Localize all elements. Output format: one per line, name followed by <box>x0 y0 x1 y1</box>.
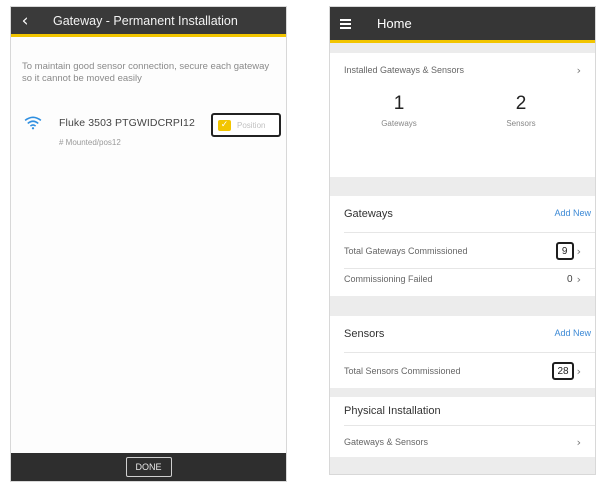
device-status: # Mounted/pos12 <box>59 138 121 147</box>
gateways-count: 1 <box>393 93 405 114</box>
total-sensors-label: Total Sensors Commissioned <box>344 366 461 376</box>
total-gateways-value: 9 <box>555 242 574 260</box>
instruction-text: To maintain good sensor connection, secu… <box>22 61 270 84</box>
done-button[interactable]: DONE <box>125 457 172 477</box>
commissioning-failed-value: 0 <box>567 273 573 285</box>
position-checkbox-button[interactable]: ✓ Position <box>211 113 281 137</box>
gateway-device-row: Fluke 3503 PTGWIDCRPI12 # Mounted/pos12 … <box>22 113 284 153</box>
app-header: ‹ Gateway - Permanent Installation <box>11 7 286 37</box>
hamburger-menu-icon[interactable] <box>340 18 364 29</box>
chevron-right-icon: › <box>576 244 581 258</box>
divider <box>344 352 595 353</box>
gateways-sensors-label: Gateways & Sensors <box>344 437 429 447</box>
sensors-count-block: 2 Sensors <box>476 93 566 128</box>
sensors-count-label: Sensors <box>506 119 536 128</box>
commissioning-failed-row[interactable]: Commissioning Failed 0 › <box>330 262 595 296</box>
page-title: Gateway - Permanent Installation <box>53 13 238 28</box>
gateway-installation-screen: ‹ Gateway - Permanent Installation To ma… <box>10 6 287 482</box>
gateways-count-block: 1 Gateways <box>354 93 444 128</box>
gateways-card: Gateways Add New Total Gateways Commissi… <box>330 196 595 296</box>
device-name: Fluke 3503 PTGWIDCRPI12 <box>59 117 195 129</box>
installed-label: Installed Gateways & Sensors <box>344 65 465 75</box>
footer-bar: DONE <box>11 453 286 481</box>
sensors-section-title: Sensors <box>344 328 385 340</box>
chevron-right-icon: › <box>576 364 581 378</box>
physical-installation-card: Physical Installation Gateways & Sensors… <box>330 397 595 457</box>
wifi-icon <box>24 116 42 130</box>
gateways-sensors-row[interactable]: Gateways & Sensors › <box>330 425 595 459</box>
commissioning-failed-label: Commissioning Failed <box>344 274 433 284</box>
chevron-right-icon: › <box>576 63 581 77</box>
gateways-count-label: Gateways <box>381 119 417 128</box>
total-sensors-value: 28 <box>552 362 574 380</box>
chevron-right-icon: › <box>576 272 581 286</box>
position-label: Position <box>237 120 266 130</box>
checkbox-checked-icon: ✓ <box>218 119 231 131</box>
divider <box>344 232 595 233</box>
back-button[interactable]: ‹ <box>11 7 39 36</box>
installed-gateways-sensors-row[interactable]: Installed Gateways & Sensors › <box>330 53 595 87</box>
physical-installation-title: Physical Installation <box>344 405 441 417</box>
add-new-sensor-link[interactable]: Add New <box>554 328 591 338</box>
app-header: Home <box>330 7 595 43</box>
page-title: Home <box>377 16 412 31</box>
sensors-count: 2 <box>515 93 527 114</box>
add-new-gateway-link[interactable]: Add New <box>554 208 591 218</box>
sensors-card: Sensors Add New Total Sensors Commission… <box>330 316 595 388</box>
total-sensors-row[interactable]: Total Sensors Commissioned 28 › <box>330 354 595 388</box>
home-screen: Home Installed Gateways & Sensors › 1 Ga… <box>329 6 596 475</box>
chevron-left-icon: ‹ <box>21 10 29 31</box>
installed-summary-card: Installed Gateways & Sensors › 1 Gateway… <box>330 53 595 177</box>
chevron-right-icon: › <box>576 435 581 449</box>
total-gateways-label: Total Gateways Commissioned <box>344 246 468 256</box>
gateways-section-title: Gateways <box>344 208 393 220</box>
